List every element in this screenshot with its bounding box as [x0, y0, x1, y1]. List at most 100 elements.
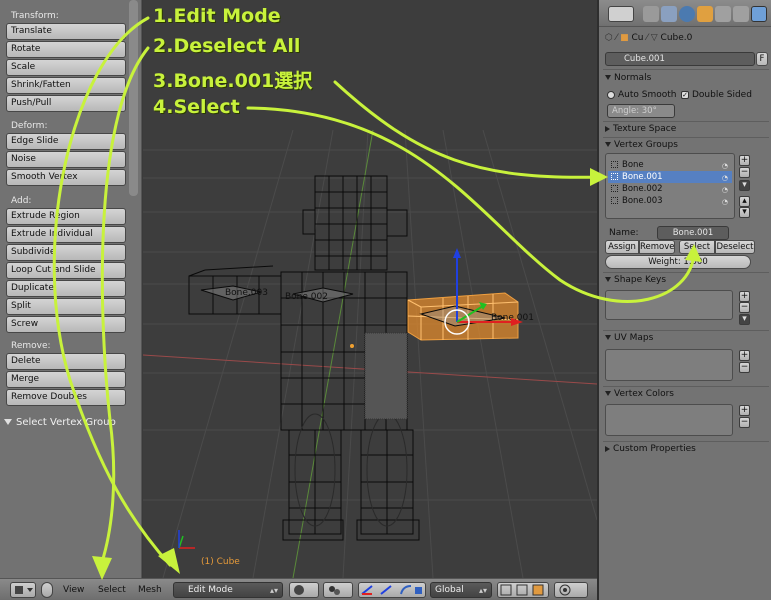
normals-panel-header[interactable]: Normals — [605, 72, 651, 85]
modifiers-tab-icon[interactable] — [733, 6, 749, 22]
uv-maps-list[interactable] — [605, 349, 733, 381]
remove-shape-key-button[interactable]: − — [739, 302, 750, 313]
scene-tab-icon[interactable] — [661, 6, 677, 22]
object-tab-icon[interactable] — [697, 6, 713, 22]
scale-button[interactable]: Scale — [6, 59, 126, 76]
header-toggle-button[interactable] — [41, 582, 53, 598]
add-shape-key-button[interactable]: + — [739, 291, 750, 302]
noise-button[interactable]: Noise — [6, 151, 126, 168]
viewport-scene: Bone.003 Bone.001 Bone.002 — [143, 129, 597, 578]
expand-triangle-icon — [605, 277, 611, 282]
tool-shelf: Transform: Translate Rotate Scale Shrink… — [0, 0, 142, 578]
uv-maps-panel-header[interactable]: UV Maps — [605, 332, 653, 345]
select-vertex-group-panel-header[interactable]: Select Vertex Group — [4, 415, 116, 431]
transform-manipulator — [444, 248, 523, 335]
remove-button[interactable]: Remove — [639, 240, 675, 254]
custom-properties-title: Custom Properties — [613, 444, 696, 454]
pivot-point-selector[interactable] — [323, 582, 353, 598]
remove-group: Remove: Delete Merge Remove Doubles — [6, 339, 126, 407]
move-up-button[interactable]: ▴ — [739, 196, 750, 207]
translate-button[interactable]: Translate — [6, 23, 126, 40]
shape-keys-list[interactable] — [605, 290, 733, 320]
3d-viewport[interactable]: Bone.003 Bone.001 Bone.002 (1) Cube — [143, 0, 597, 578]
loop-cut-slide-button[interactable]: Loop Cut and Slide — [6, 262, 126, 279]
list-item-selected[interactable]: Bone.001 ◔ — [608, 171, 732, 183]
list-item[interactable]: Bone.002 ◔ — [608, 183, 732, 195]
deselect-button[interactable]: Deselect — [715, 240, 755, 254]
remove-vertex-color-button[interactable]: − — [739, 417, 750, 428]
chevron-down-icon: ▴▾ — [478, 586, 487, 595]
constraints-tab-icon[interactable] — [715, 6, 731, 22]
auto-smooth-label: Auto Smooth — [618, 90, 677, 100]
manipulator-toggles[interactable] — [358, 582, 426, 598]
split-button[interactable]: Split — [6, 298, 126, 315]
editor-type-button[interactable] — [608, 6, 634, 22]
orientation-label: Global — [435, 585, 464, 595]
editor-type-button[interactable] — [10, 582, 36, 598]
vertex-colors-panel-header[interactable]: Vertex Colors — [605, 388, 674, 401]
object-origin-dot — [350, 344, 354, 348]
select-button[interactable]: Select — [679, 240, 715, 254]
view-menu[interactable]: View — [63, 583, 84, 597]
texture-space-title: Texture Space — [613, 124, 677, 134]
mesh-icon: ⬡ — [605, 33, 613, 43]
vertex-group-icon — [611, 197, 618, 204]
orientation-selector[interactable]: Global ▴▾ — [430, 582, 492, 598]
3d-view-icon — [15, 586, 33, 594]
duplicate-button[interactable]: Duplicate — [6, 280, 126, 297]
push-pull-button[interactable]: Push/Pull — [6, 95, 126, 112]
proportional-edit-selector[interactable] — [554, 582, 588, 598]
vertex-groups-panel-header[interactable]: Vertex Groups — [605, 139, 678, 152]
move-down-button[interactable]: ▾ — [739, 207, 750, 218]
world-tab-icon[interactable] — [679, 6, 695, 22]
shape-keys-panel-header[interactable]: Shape Keys — [605, 274, 666, 287]
operator-panel-label: Select Vertex Group — [16, 417, 116, 428]
vertex-group-name-field[interactable]: Bone.001 — [657, 226, 729, 240]
merge-button[interactable]: Merge — [6, 371, 126, 388]
texture-space-panel-header[interactable]: Texture Space — [605, 123, 676, 136]
smooth-vertex-button[interactable]: Smooth Vertex — [6, 169, 126, 186]
remove-doubles-button[interactable]: Remove Doubles — [6, 389, 126, 406]
fake-user-button[interactable]: F — [756, 52, 768, 66]
weight-slider[interactable]: Weight: 1.000 — [605, 255, 751, 269]
subdivide-button[interactable]: Subdivide — [6, 244, 126, 261]
remove-uv-map-button[interactable]: − — [739, 362, 750, 373]
breadcrumb: ⬡ ⁄ ■ Cu ⁄ ▽ Cube.0 — [605, 33, 693, 43]
lock-icon[interactable]: ◔ — [722, 196, 728, 208]
delete-button[interactable]: Delete — [6, 353, 126, 370]
shrink-fatten-button[interactable]: Shrink/Fatten — [6, 77, 126, 94]
select-menu[interactable]: Select — [98, 583, 126, 597]
assign-button[interactable]: Assign — [605, 240, 639, 254]
extrude-individual-button[interactable]: Extrude Individual — [6, 226, 126, 243]
auto-smooth-checkbox[interactable]: Auto Smooth — [607, 89, 676, 102]
extrude-region-button[interactable]: Extrude Region — [6, 208, 126, 225]
shape-keys-title: Shape Keys — [614, 275, 667, 285]
add-uv-map-button[interactable]: + — [739, 350, 750, 361]
mode-selector[interactable]: Edit Mode ▴▾ — [173, 582, 283, 598]
double-sided-checkbox[interactable]: ✓ Double Sided — [681, 89, 752, 102]
add-vertex-group-button[interactable]: + — [739, 155, 750, 166]
custom-properties-panel-header[interactable]: Custom Properties — [605, 443, 696, 456]
mesh-datablock-field[interactable]: Cube.001 — [605, 52, 755, 66]
angle-field[interactable]: Angle: 30° — [607, 104, 675, 118]
data-tab-icon[interactable] — [751, 6, 767, 22]
select-mode-buttons[interactable] — [497, 582, 549, 598]
viewport-shading-selector[interactable] — [289, 582, 319, 598]
edge-slide-button[interactable]: Edge Slide — [6, 133, 126, 150]
list-item[interactable]: Bone.003 ◔ — [608, 195, 732, 207]
shape-key-specials-button[interactable]: ▾ — [739, 314, 750, 325]
remove-vertex-group-button[interactable]: − — [739, 167, 750, 178]
add-vertex-color-button[interactable]: + — [739, 405, 750, 416]
vertex-groups-title: Vertex Groups — [614, 140, 678, 150]
specials-menu-button[interactable]: ▾ — [739, 180, 750, 191]
screw-button[interactable]: Screw — [6, 316, 126, 333]
mesh-menu[interactable]: Mesh — [138, 583, 162, 597]
proportional-edit-icon — [559, 584, 571, 596]
toolshelf-scrollbar[interactable] — [129, 0, 138, 196]
selected-face-region — [364, 332, 408, 420]
rotate-button[interactable]: Rotate — [6, 41, 126, 58]
vertex-group-list[interactable]: Bone ◔ Bone.001 ◔ Bone.002 ◔ Bone.003 ◔ — [605, 153, 735, 219]
list-item[interactable]: Bone ◔ — [608, 159, 732, 171]
vertex-colors-list[interactable] — [605, 404, 733, 436]
render-tab-icon[interactable] — [643, 6, 659, 22]
